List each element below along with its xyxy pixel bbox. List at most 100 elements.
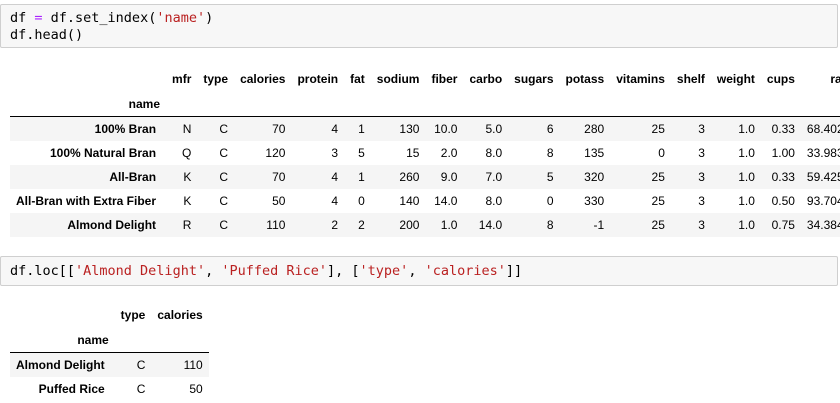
table-cell: 4 (331, 169, 339, 184)
table-cell: C (136, 381, 146, 396)
table-cell: 0 (546, 193, 554, 208)
row-index-label: Almond Delight (67, 217, 157, 232)
table-cell: 33.983679 (806, 145, 840, 160)
table-cell: 8.0 (485, 145, 503, 160)
table-cell: N (182, 121, 192, 136)
table-cell: 130 (399, 121, 420, 136)
table-cell: 320 (584, 169, 605, 184)
dataframe-loc-output: type calories name Almond Delight C 110 Puff… (10, 302, 209, 401)
column-header: type (120, 308, 146, 322)
table-cell: 68.402973 (806, 121, 840, 136)
table-cell: 120 (265, 145, 286, 160)
table-cell: 14.0 (478, 217, 503, 232)
table-body: Almond Delight C 110 Puffed Rice C 50 (10, 352, 209, 401)
table-cell: 1.0 (440, 217, 458, 232)
code-token: df (10, 10, 35, 26)
code-token: df.head() (10, 27, 84, 43)
table-cell: 0.50 (771, 193, 795, 208)
table-cell: -1 (593, 217, 605, 232)
table-cell: 25 (651, 217, 665, 232)
table-cell: 93.704912 (806, 193, 840, 208)
table-cell: 330 (584, 193, 605, 208)
code-cell-loc[interactable]: df.loc[['Almond Delight', 'Puffed Rice']… (0, 256, 838, 286)
code-token: , (408, 263, 425, 279)
code-token: df.loc[[ (10, 263, 76, 279)
code-token: ]] (505, 263, 523, 279)
table-cell: 140 (399, 193, 420, 208)
code-token: , (205, 263, 222, 279)
column-header: cups (766, 72, 795, 86)
index-corner (10, 302, 115, 328)
index-header-spacer (671, 92, 711, 117)
table-row: Almond Delight C 110 (10, 352, 209, 377)
table-cell: C (219, 193, 229, 208)
index-header-spacer (151, 328, 208, 353)
table-cell: 7.0 (485, 169, 503, 184)
index-header-spacer (115, 328, 152, 353)
table-cell: 8 (546, 145, 554, 160)
table-cell: 1.0 (738, 217, 755, 232)
column-header: carbo (469, 72, 503, 86)
table-cell: 135 (584, 145, 605, 160)
table-cell: 3 (698, 145, 705, 160)
index-header-spacer (166, 92, 197, 117)
code-token: ) (205, 10, 214, 26)
table-row: 100% Natural Bran Q C 120 3 5 15 2.0 8.0 8 135 0 3 1.… (10, 141, 840, 165)
table-cell: 8.0 (485, 193, 503, 208)
column-header: fiber (431, 72, 458, 86)
table-cell: 0.33 (771, 169, 795, 184)
index-corner (10, 66, 166, 92)
row-index-label: 100% Natural Bran (49, 145, 157, 160)
table-cell: 25 (651, 193, 665, 208)
table-cell: 50 (272, 193, 286, 208)
table-cell: 110 (266, 217, 286, 232)
index-name-header: name (77, 333, 109, 347)
index-header-spacer (508, 92, 559, 117)
table-cell: 5 (546, 169, 554, 184)
table-cell: 0.33 (771, 121, 795, 136)
row-index-label: Puffed Rice (38, 381, 105, 396)
index-header-spacer (761, 92, 801, 117)
table-cell: 200 (399, 217, 420, 232)
row-index-label: All-Bran with Extra Fiber (16, 193, 157, 208)
index-header-spacer (463, 92, 508, 117)
table-cell: 2.0 (440, 145, 458, 160)
table-cell: 14.0 (434, 193, 458, 208)
index-header-spacer (560, 92, 611, 117)
table-row: All-Bran K C 70 4 1 260 9.0 7.0 5 320 25 3 1.0 0.33 59.… (10, 164, 840, 189)
table-cell: C (219, 169, 229, 184)
code-token: df.set_index( (42, 10, 157, 26)
table-cell: 50 (189, 381, 203, 396)
index-header-spacer (344, 92, 371, 117)
column-header: potass (565, 72, 605, 86)
code-token: 'Puffed Rice' (221, 263, 328, 279)
code-token: 'Almond Delight' (75, 263, 206, 279)
code-cell-set-index[interactable]: df = df.set_index('name') df.head() (0, 4, 838, 48)
row-index-label: All-Bran (109, 169, 157, 184)
table-cell: 1.0 (738, 121, 755, 136)
table-cell: 1.00 (771, 145, 795, 160)
code-token: 'calories' (424, 263, 506, 279)
table-cell: 25 (651, 169, 665, 184)
index-header-spacer (610, 92, 671, 117)
table-cell: 2 (331, 217, 339, 232)
column-header: calories (157, 308, 203, 322)
column-header: calories (240, 72, 286, 86)
table-cell: 4 (331, 121, 339, 136)
table-cell: 3 (698, 121, 705, 136)
column-header: type (203, 72, 229, 86)
table-cell: 0 (358, 193, 365, 208)
table-cell: 1.0 (738, 193, 755, 208)
index-header-row: name (10, 328, 209, 353)
table-cell: C (219, 121, 229, 136)
table-cell: K (183, 169, 192, 184)
column-header: rating (830, 72, 840, 86)
table-cell: C (219, 145, 229, 160)
table-cell: 280 (584, 121, 605, 136)
column-header: shelf (676, 72, 705, 86)
table-cell: 3 (331, 145, 339, 160)
table-row: Almond Delight R C 110 2 2 200 1.0 14.0 8 -1 25 3 1.0… (10, 212, 840, 237)
table-cell: 0.75 (771, 217, 795, 232)
table-cell: 1.0 (738, 169, 755, 184)
index-header-row: name (10, 92, 840, 117)
